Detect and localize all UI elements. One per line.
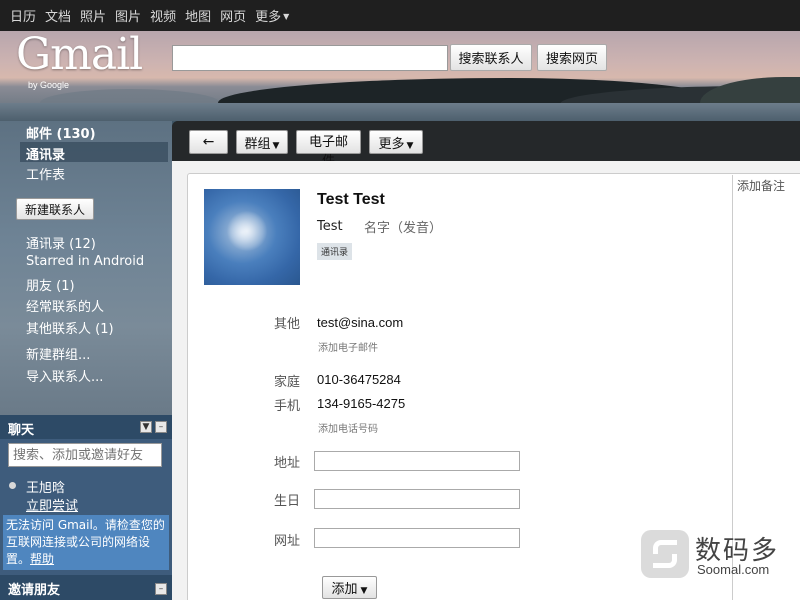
sidebar: 邮件 (130) 通讯录 工作表 新建联系人 通讯录 (12) Starred … <box>0 121 172 415</box>
email-value[interactable]: test@sina.com <box>317 315 403 330</box>
home-phone-label: 家庭 <box>273 375 300 390</box>
top-nav-photos[interactable]: 照片 <box>80 6 106 25</box>
contact-photo[interactable] <box>204 189 300 285</box>
back-arrow-icon: ← <box>202 134 215 150</box>
soomal-logo-icon <box>641 530 689 578</box>
try-now-link[interactable]: 立即尝试 <box>26 495 78 514</box>
contact-toolbar: ← 群组▼ 电子邮件 更多▼ <box>172 121 800 169</box>
chat-title: 聊天 <box>8 423 35 438</box>
more-label: 更多 <box>378 136 405 152</box>
invite-minimize-icon[interactable]: – <box>155 583 167 595</box>
address-field[interactable] <box>314 451 520 471</box>
back-button[interactable]: ← <box>189 130 228 154</box>
chat-options-icon[interactable]: ▼ <box>140 421 152 433</box>
sidebar-item-mail[interactable]: 邮件 (130) <box>26 123 96 142</box>
email-type-label: 其他 <box>273 317 300 332</box>
chevron-down-icon: ▼ <box>360 586 368 596</box>
new-contact-button[interactable]: 新建联系人 <box>16 198 94 220</box>
contact-full-name[interactable]: Test Test <box>317 191 385 209</box>
chevron-down-icon: ▼ <box>406 140 414 151</box>
top-nav-more[interactable]: 更多 ▼ <box>255 6 289 25</box>
top-nav-more-label: 更多 <box>255 10 282 25</box>
sidebar-new-group-link[interactable]: 新建群组... <box>26 344 90 363</box>
chat-search-input[interactable] <box>8 443 162 467</box>
contact-first-name: Test <box>317 219 343 234</box>
website-label: 网址 <box>273 534 300 549</box>
scenery-water <box>0 103 800 121</box>
group-badge: 通讯录 <box>317 243 353 260</box>
add-label: 添加 <box>331 582 358 597</box>
email-button[interactable]: 电子邮件 <box>296 130 361 169</box>
groups-dropdown-button[interactable]: 群组 ▼ <box>236 130 288 154</box>
home-phone-value[interactable]: 010-36475284 <box>317 372 401 387</box>
top-nav-images[interactable]: 图片 <box>115 6 141 25</box>
top-nav-web[interactable]: 网页 <box>220 6 246 25</box>
photo-cloud-image <box>226 211 268 251</box>
add-phone-link[interactable]: 添加电话号码 <box>318 420 378 435</box>
address-label: 地址 <box>273 456 300 471</box>
add-email-link[interactable]: 添加电子邮件 <box>318 339 378 354</box>
chat-minimize-icon[interactable]: – <box>155 421 167 433</box>
sidebar-group-all-contacts[interactable]: 通讯录 (12) <box>26 233 96 252</box>
sidebar-item-tasks[interactable]: 工作表 <box>26 164 65 183</box>
sidebar-group-frequent[interactable]: 经常联系的人 <box>26 296 104 315</box>
status-dot-icon <box>9 482 16 489</box>
sidebar-group-starred-android[interactable]: Starred in Android <box>26 254 144 269</box>
watermark-en: Soomal.com <box>697 562 770 577</box>
search-contacts-button[interactable]: 搜索联系人 <box>450 44 532 71</box>
top-nav-maps[interactable]: 地图 <box>185 6 211 25</box>
website-field[interactable] <box>314 528 520 548</box>
sidebar-group-other[interactable]: 其他联系人 (1) <box>26 318 114 337</box>
birthday-label: 生日 <box>273 494 300 509</box>
groups-label: 群组 <box>244 136 271 152</box>
help-link[interactable]: 帮助 <box>30 552 54 566</box>
mobile-phone-label: 手机 <box>273 399 300 414</box>
birthday-field[interactable] <box>314 489 520 509</box>
sidebar-group-friends[interactable]: 朋友 (1) <box>26 275 75 294</box>
search-web-button[interactable]: 搜索网页 <box>537 44 607 71</box>
scenery-mountain <box>40 89 220 103</box>
top-nav-docs[interactable]: 文档 <box>45 6 71 25</box>
sidebar-item-contacts[interactable]: 通讯录 <box>26 144 65 163</box>
gmail-logo[interactable]: Gmail <box>16 33 143 77</box>
chat-user-name: 王旭晗 <box>26 481 66 496</box>
chat-panel: 聊天 ▼ – 王旭晗 立即尝试 无法访问 Gmail。请检查您的互联网连接或公司… <box>0 415 172 575</box>
chevron-down-icon: ▼ <box>272 140 280 151</box>
add-field-button[interactable]: 添加 ▼ <box>322 576 377 599</box>
search-input[interactable] <box>172 45 448 71</box>
top-nav-video[interactable]: 视频 <box>150 6 176 25</box>
phonetic-name-hint[interactable]: 名字（发音） <box>364 217 442 236</box>
chevron-down-icon: ▼ <box>283 12 290 21</box>
invite-friends-header[interactable]: 邀请朋友 <box>0 575 172 600</box>
more-dropdown-button[interactable]: 更多 ▼ <box>369 130 423 154</box>
scenery-island-3 <box>700 77 800 103</box>
chat-error-message: 无法访问 Gmail。请检查您的互联网连接或公司的网络设置。帮助 <box>3 515 169 570</box>
mobile-phone-value[interactable]: 134-9165-4275 <box>317 396 405 411</box>
sidebar-import-contacts-link[interactable]: 导入联系人... <box>26 366 103 385</box>
invite-title: 邀请朋友 <box>8 583 61 598</box>
top-nav-calendar[interactable]: 日历 <box>10 6 36 25</box>
top-nav-bar: 日历 文档 照片 图片 视频 地图 网页 更多 ▼ <box>0 0 800 31</box>
logo-by-google: by Google <box>28 80 70 90</box>
